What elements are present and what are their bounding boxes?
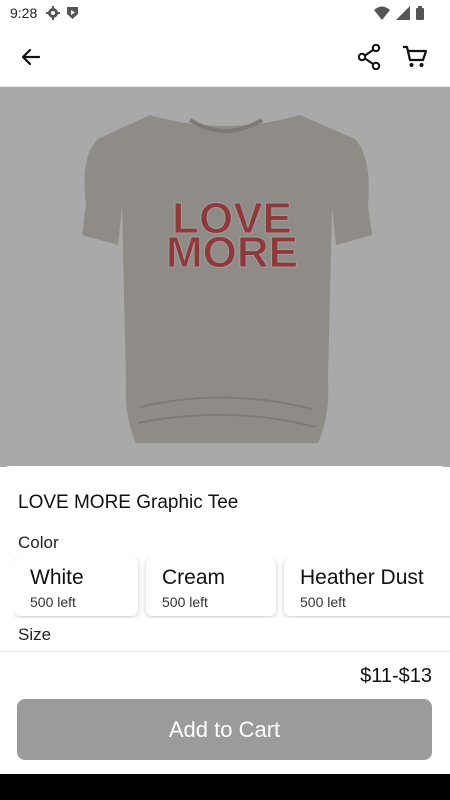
status-time: 9:28: [10, 5, 38, 21]
cart-button[interactable]: [398, 40, 432, 74]
divider: [0, 651, 450, 652]
signal-icon: [396, 6, 410, 20]
tshirt-image: LOVE MORE: [82, 115, 372, 443]
color-options: White 500 left Cream 500 left Heather Du…: [14, 558, 450, 618]
color-option-cream[interactable]: Cream 500 left: [146, 558, 276, 616]
product-bottom-sheet: LOVE MORE Graphic Tee Color White 500 le…: [0, 466, 450, 800]
cart-icon: [403, 45, 428, 67]
color-option-name: Heather Dust: [300, 566, 424, 589]
add-to-cart-button[interactable]: Add to Cart: [17, 699, 432, 760]
gear-icon: [46, 6, 60, 20]
price-range: $11-$13: [360, 665, 432, 687]
color-option-stock: 500 left: [162, 594, 208, 610]
share-icon: [357, 44, 381, 70]
color-option-name: White: [30, 566, 84, 589]
size-label: Size: [18, 625, 52, 644]
color-option-white[interactable]: White 500 left: [14, 558, 138, 616]
product-image[interactable]: LOVE MORE: [0, 87, 450, 467]
back-button[interactable]: [14, 40, 48, 74]
battery-icon: [416, 6, 424, 20]
back-arrow-icon: [21, 48, 41, 66]
play-shield-icon: [67, 7, 78, 19]
color-option-name: Cream: [162, 566, 226, 589]
status-bar: 9:28: [0, 0, 450, 28]
wifi-icon: [374, 6, 390, 20]
top-app-bar: [0, 28, 450, 87]
color-label: Color: [18, 533, 59, 552]
shirt-print-line2: MORE: [166, 228, 298, 277]
share-button[interactable]: [352, 40, 386, 74]
color-option-heather-dust[interactable]: Heather Dust 500 left: [284, 558, 450, 616]
system-nav-bar: [0, 774, 450, 800]
color-option-stock: 500 left: [30, 594, 76, 610]
color-option-stock: 500 left: [300, 594, 346, 610]
product-title: LOVE MORE Graphic Tee: [18, 492, 239, 513]
